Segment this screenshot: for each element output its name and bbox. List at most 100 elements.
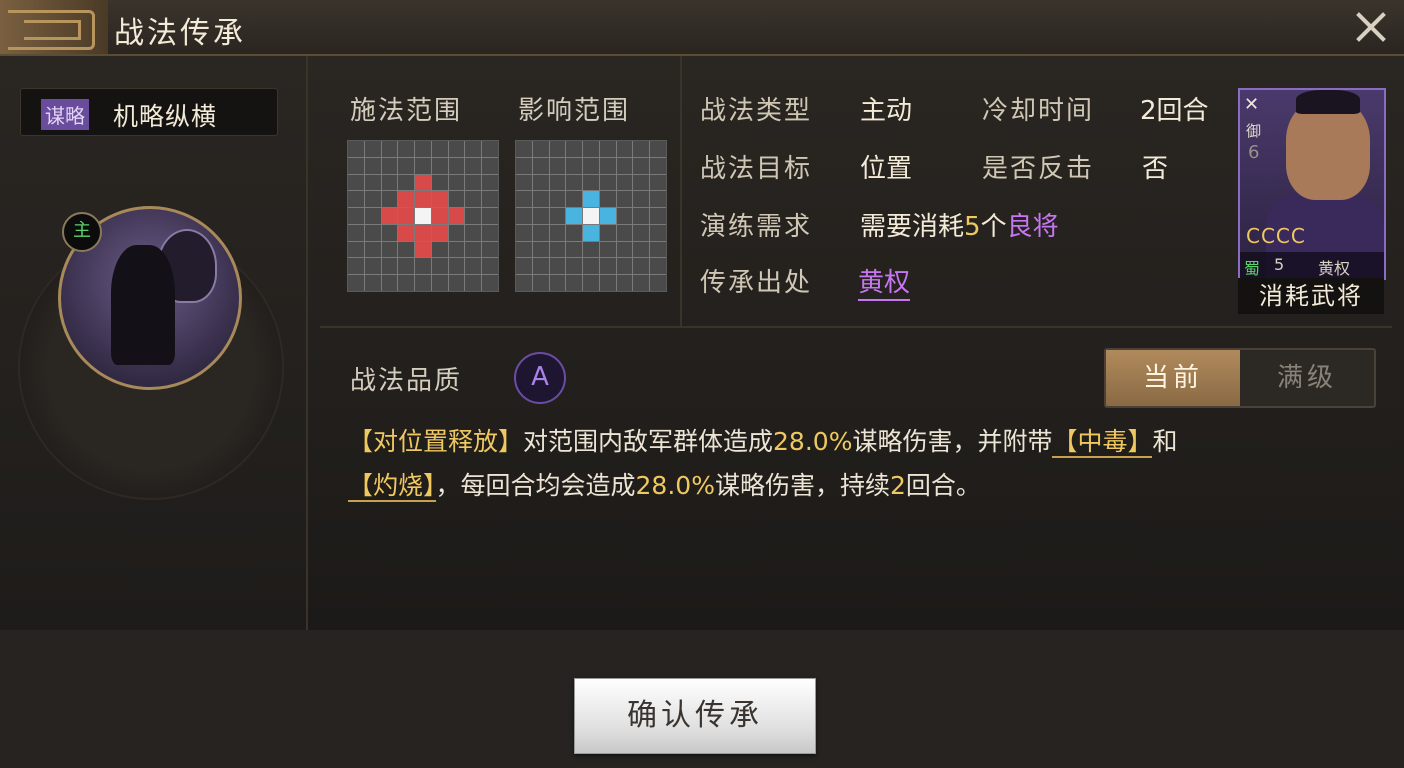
range-cell: [516, 224, 532, 241]
range-cell: [431, 258, 448, 275]
confirm-inherit-button[interactable]: 确认传承: [574, 678, 816, 754]
range-cell: [381, 258, 398, 275]
range-cell: [415, 174, 431, 191]
desc-percent: 28.0%: [635, 471, 715, 500]
range-cell: [364, 241, 381, 258]
range-cell: [482, 241, 498, 258]
range-cell: [566, 224, 583, 241]
range-cell: [650, 241, 666, 258]
troop-type: 御: [1246, 122, 1262, 140]
range-cell: [633, 191, 650, 208]
range-cell: [516, 141, 532, 157]
skill-name-tag: 谋略 机略纵横: [20, 88, 278, 136]
cooldown-label: 冷却时间: [982, 96, 1095, 126]
desc-text: 回合。: [905, 471, 981, 500]
range-cell: [583, 174, 599, 191]
status-poison-link[interactable]: 【中毒】: [1052, 427, 1153, 458]
range-cell: [650, 141, 666, 157]
main-skill-badge: 主: [62, 212, 102, 252]
range-cell: [482, 141, 498, 157]
desc-percent: 28.0%: [773, 427, 853, 456]
toggle-max-level[interactable]: 满级: [1240, 350, 1374, 406]
range-cell: [650, 157, 666, 174]
training-label: 演练需求: [700, 212, 813, 242]
star-rating: CCCC: [1246, 224, 1306, 248]
training-value: 需要消耗5个良将: [860, 206, 1059, 243]
effect-range-grid: [515, 140, 667, 292]
target-label: 战法目标: [700, 154, 813, 184]
range-cell: [431, 141, 448, 157]
status-burn-link[interactable]: 【灼烧】: [348, 471, 436, 502]
range-cell: [566, 258, 583, 275]
range-cell: [616, 275, 633, 291]
range-cell: [633, 141, 650, 157]
range-cell: [566, 141, 583, 157]
source-general-link[interactable]: 黄权: [858, 262, 911, 301]
skill-name: 机略纵横: [113, 102, 218, 131]
close-icon[interactable]: [1352, 8, 1390, 46]
range-cell: [549, 174, 566, 191]
range-cell: [398, 241, 415, 258]
range-cell: [633, 258, 650, 275]
general-portrait: [1286, 100, 1370, 200]
training-prefix: 需要消耗: [860, 212, 965, 242]
range-cell: [465, 191, 482, 208]
range-cell: [364, 157, 381, 174]
range-cell: [516, 275, 532, 291]
range-cell: [633, 275, 650, 291]
range-cell: [532, 157, 549, 174]
range-cell: [364, 141, 381, 157]
cast-range-grid: [347, 140, 499, 292]
skill-type-label: 战法类型: [700, 96, 813, 126]
range-cell: [448, 191, 465, 208]
skill-type-badge: 谋略: [41, 99, 89, 130]
range-cell: [583, 275, 599, 291]
range-cell: [431, 191, 448, 208]
range-cell: [348, 191, 364, 208]
range-cell: [415, 258, 431, 275]
range-cell: [583, 141, 599, 157]
range-cell: [532, 241, 549, 258]
range-cell: [549, 208, 566, 224]
desc-text: 谋略伤害，持续: [714, 471, 890, 500]
range-cell: [549, 275, 566, 291]
range-cell: [448, 157, 465, 174]
range-cell: [398, 258, 415, 275]
range-cell: [532, 224, 549, 241]
range-cell: [364, 224, 381, 241]
range-cell: [532, 191, 549, 208]
range-cell: [566, 157, 583, 174]
toggle-current[interactable]: 当前: [1106, 350, 1240, 406]
range-cell: [465, 208, 482, 224]
range-cell: [549, 258, 566, 275]
training-unit: 个: [980, 212, 1007, 242]
range-cell: [448, 141, 465, 157]
range-cell: [532, 275, 549, 291]
range-cell: [348, 174, 364, 191]
general-card[interactable]: ✕ 御 6 CCCC 蜀 5 黄权: [1238, 88, 1386, 280]
range-cell: [482, 191, 498, 208]
range-cell: [448, 258, 465, 275]
range-cell: [599, 275, 616, 291]
quality-grade-badge: A: [514, 352, 566, 404]
general-hat: [1296, 90, 1360, 114]
range-cell: [482, 157, 498, 174]
range-cell: [398, 208, 415, 224]
range-cell: [616, 191, 633, 208]
range-cell: [465, 174, 482, 191]
range-cell: [364, 258, 381, 275]
range-cell: [448, 208, 465, 224]
range-cell: [348, 141, 364, 157]
range-cell: [650, 191, 666, 208]
training-count: 5: [964, 212, 981, 242]
range-cell: [599, 174, 616, 191]
range-cell: [616, 241, 633, 258]
range-cell: [465, 275, 482, 291]
range-cell: [398, 141, 415, 157]
general-level: 6: [1248, 142, 1260, 163]
range-cell: [348, 224, 364, 241]
range-cell: [566, 191, 583, 208]
range-cell: [398, 275, 415, 291]
range-cell: [599, 191, 616, 208]
effect-range-label: 影响范围: [518, 96, 631, 126]
